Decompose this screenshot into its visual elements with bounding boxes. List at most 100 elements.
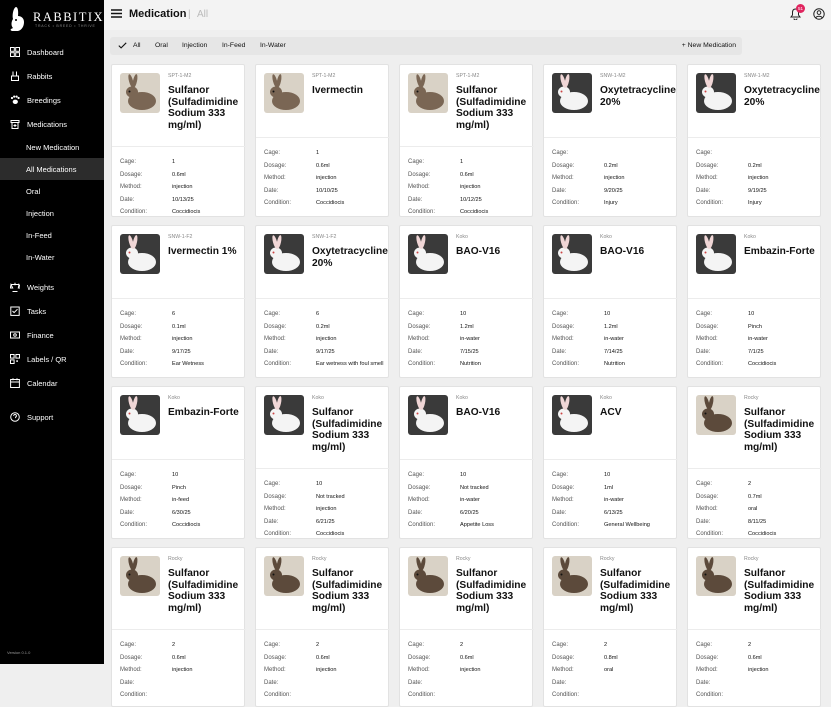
field-value-cage: 10 bbox=[172, 472, 179, 478]
rabbit-tag: Rocky bbox=[744, 556, 759, 562]
card-divider bbox=[400, 146, 534, 147]
sidebar-item-injection[interactable]: Injection bbox=[0, 202, 104, 224]
field-label-condition: Condition: bbox=[552, 361, 580, 367]
field-value-method: oral bbox=[604, 667, 614, 673]
medication-card[interactable]: SPT-1-M2 Ivermectin Cage: 1 Dosage: 0.6ml Meth… bbox=[255, 64, 390, 217]
field-label-dosage: Dosage: bbox=[696, 493, 719, 500]
field-value-condition: Coccidiocis bbox=[748, 361, 777, 367]
sidebar-item-oral[interactable]: Oral bbox=[0, 180, 104, 202]
filter-injection[interactable]: Injection bbox=[182, 42, 207, 49]
field-label-method: Method: bbox=[552, 336, 574, 342]
medication-card[interactable]: Koko Embazin-Forte Cage: 10 Dosage: Pinch Meth… bbox=[687, 225, 822, 378]
field-value-method: in-water bbox=[604, 497, 624, 503]
sidebar-item-support[interactable]: Support bbox=[0, 405, 104, 429]
user-account-icon[interactable] bbox=[813, 8, 825, 20]
sidebar-item-finance[interactable]: Finance bbox=[0, 323, 104, 347]
field-label-method: Method: bbox=[120, 497, 142, 503]
field-value-dosage: 0.6ml bbox=[172, 171, 186, 178]
medication-card[interactable]: Koko BAO-V16 Cage: 10 Dosage: Not tracked Meth… bbox=[399, 386, 534, 539]
field-value-dosage: 0.6ml bbox=[460, 171, 474, 178]
medication-card[interactable]: SNW-1-F2 Ivermectin 1% Cage: 6 Dosage: 0.1ml M… bbox=[111, 225, 246, 378]
field-value-method: injection bbox=[460, 184, 481, 190]
medication-card[interactable]: Koko BAO-V16 Cage: 10 Dosage: 1.2ml Method: in-… bbox=[399, 225, 534, 378]
rabbit-tag: SNW-1-F2 bbox=[168, 234, 193, 240]
rabbit-tag: Koko bbox=[744, 234, 756, 240]
sidebar: RABBITIX TRACK • BREED • THRIVE Dashboar… bbox=[0, 0, 104, 664]
field-label-date: Date: bbox=[696, 679, 711, 686]
field-label-cage: Cage: bbox=[120, 472, 137, 478]
field-label-method: Method: bbox=[552, 175, 574, 181]
field-value-condition: General Wellbeing bbox=[604, 522, 650, 528]
menu-icon[interactable] bbox=[111, 9, 122, 18]
sidebar-item-medications[interactable]: Medications bbox=[0, 112, 104, 136]
medication-card[interactable]: Koko Embazin-Forte Cage: 10 Dosage: Pinch Meth… bbox=[111, 386, 246, 539]
medication-card[interactable]: Rocky Sulfanor (Sulfadimidine Sodium 333 … bbox=[687, 547, 822, 707]
field-value-method: injection bbox=[316, 667, 337, 673]
sidebar-item-in-water[interactable]: In-Water bbox=[0, 246, 104, 268]
sidebar-item-dashboard[interactable]: Dashboard bbox=[0, 40, 104, 64]
medication-card[interactable]: Rocky Sulfanor (Sulfadimidine Sodium 333 … bbox=[687, 386, 822, 539]
card-divider bbox=[544, 298, 678, 299]
filter-oral[interactable]: Oral bbox=[155, 42, 168, 49]
sidebar-item-weights[interactable]: Weights bbox=[0, 275, 104, 299]
medication-card[interactable]: Koko ACV Cage: 10 Dosage: 1ml Method: in-water D… bbox=[543, 386, 678, 539]
medication-card[interactable]: Rocky Sulfanor (Sulfadimidine Sodium 333 … bbox=[543, 547, 678, 707]
medication-card[interactable]: SPT-1-M2 Sulfanor (Sulfadimidine Sodium 3… bbox=[111, 64, 246, 217]
field-label-condition: Condition: bbox=[120, 209, 148, 215]
breadcrumb-all[interactable]: All bbox=[197, 9, 208, 20]
field-value-date: 9/20/25 bbox=[604, 187, 623, 194]
field-label-cage: Cage: bbox=[552, 311, 569, 317]
field-value-method: injection bbox=[748, 667, 769, 673]
field-value-method: in-water bbox=[460, 497, 480, 503]
card-divider bbox=[544, 629, 678, 630]
sidebar-item-tasks[interactable]: Tasks bbox=[0, 299, 104, 323]
filter-in-water[interactable]: In-Water bbox=[260, 42, 286, 49]
medication-name: Oxytetracycline 20% bbox=[600, 85, 676, 108]
field-label-method: Method: bbox=[264, 175, 286, 181]
field-value-dosage: 0.2ml bbox=[604, 162, 618, 169]
field-label-method: Method: bbox=[552, 667, 574, 673]
sidebar-item-new-medication[interactable]: New Medication bbox=[0, 136, 104, 158]
medication-card[interactable]: Rocky Sulfanor (Sulfadimidine Sodium 333 … bbox=[111, 547, 246, 707]
medication-name: Sulfanor (Sulfadimidine Sodium 333 mg/ml… bbox=[168, 85, 239, 131]
field-value-cage: 2 bbox=[460, 642, 464, 648]
sidebar-item-rabbits[interactable]: Rabbits bbox=[0, 64, 104, 88]
field-label-date: Date: bbox=[696, 518, 711, 525]
field-value-cage: 2 bbox=[748, 481, 752, 487]
field-label-method: Method: bbox=[408, 336, 430, 342]
filter-all[interactable]: All bbox=[118, 42, 141, 49]
medication-card[interactable]: Rocky Sulfanor (Sulfadimidine Sodium 333 … bbox=[255, 547, 390, 707]
medication-card[interactable]: Koko BAO-V16 Cage: 10 Dosage: 1.2ml Method: in-… bbox=[543, 225, 678, 378]
medication-card[interactable]: SPT-1-M2 Sulfanor (Sulfadimidine Sodium 3… bbox=[399, 64, 534, 217]
field-label-method: Method: bbox=[120, 336, 142, 342]
field-value-dosage: 0.2ml bbox=[316, 323, 330, 330]
field-label-date: Date: bbox=[264, 187, 279, 194]
sidebar-item-breedings[interactable]: Breedings bbox=[0, 88, 104, 112]
sidebar-item-label: Labels / QR bbox=[27, 354, 67, 364]
sidebar-item-all-medications[interactable]: All Medications bbox=[0, 158, 104, 180]
card-divider bbox=[400, 298, 534, 299]
sidebar-item-calendar[interactable]: Calendar bbox=[0, 371, 104, 395]
field-label-cage: Cage: bbox=[696, 642, 713, 648]
field-label-method: Method: bbox=[408, 497, 430, 503]
brand-logo[interactable]: RABBITIX TRACK • BREED • THRIVE bbox=[8, 6, 104, 32]
sidebar-item-in-feed[interactable]: In-Feed bbox=[0, 224, 104, 246]
rabbit-tag: Koko bbox=[600, 395, 612, 401]
field-label-date: Date: bbox=[552, 187, 567, 194]
medication-card[interactable]: Rocky Sulfanor (Sulfadimidine Sodium 333 … bbox=[399, 547, 534, 707]
medication-card[interactable]: SNW-1-M2 Oxytetracycline 20% Cage: Dosage: 0… bbox=[543, 64, 678, 217]
sidebar-item-labels-qr[interactable]: Labels / QR bbox=[0, 347, 104, 371]
rabbit-photo bbox=[696, 73, 736, 113]
field-value-dosage: 1ml bbox=[604, 484, 614, 491]
medication-card[interactable]: SNW-1-F2 Oxytetracycline 20% Cage: 6 Dosage:… bbox=[255, 225, 390, 378]
rabbit-tag: SPT-1-M2 bbox=[312, 73, 336, 79]
filter-in-feed[interactable]: In-Feed bbox=[222, 42, 245, 49]
medication-card[interactable]: Koko Sulfanor (Sulfadimidine Sodium 333 m… bbox=[255, 386, 390, 539]
medication-card[interactable]: SNW-1-M2 Oxytetracycline 20% Cage: Dosage: 0… bbox=[687, 64, 822, 217]
sidebar-item-label: All Medications bbox=[26, 164, 77, 174]
notification-badge: 51 bbox=[796, 4, 805, 13]
field-label-date: Date: bbox=[120, 679, 135, 686]
new-medication-button[interactable]: + New Medication bbox=[682, 42, 736, 49]
field-label-condition: Condition: bbox=[264, 692, 292, 698]
rabbit-logo-icon bbox=[10, 7, 24, 31]
